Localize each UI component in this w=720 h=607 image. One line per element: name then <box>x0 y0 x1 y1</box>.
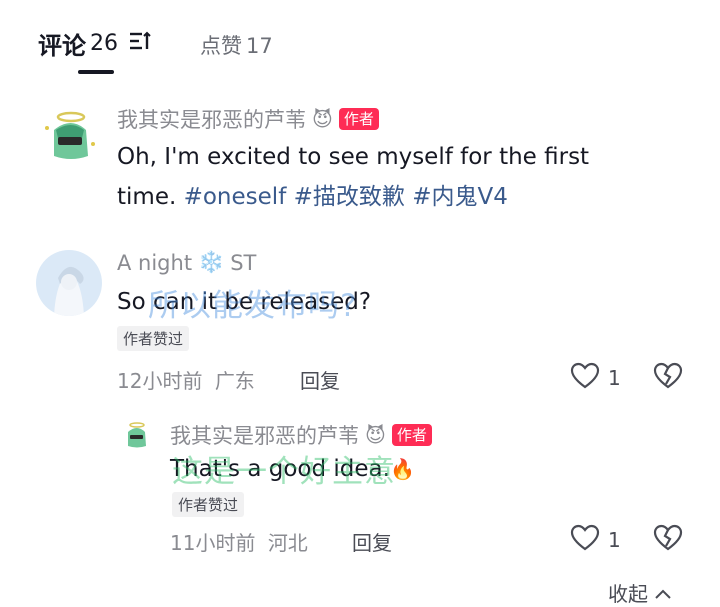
hashtag-link[interactable]: #oneself <box>184 184 287 210</box>
avatar[interactable] <box>36 250 102 316</box>
dislike-button[interactable] <box>653 362 683 394</box>
dislike-button[interactable] <box>653 524 683 556</box>
author-badge: 作者 <box>391 424 432 446</box>
reply-button[interactable]: 回复 <box>300 365 340 394</box>
heart-icon <box>570 362 600 394</box>
chevron-up-icon <box>654 581 672 605</box>
comment-text: Oh, I'm excited to see myself for the fi… <box>117 144 590 210</box>
reply-button[interactable]: 回复 <box>352 527 392 556</box>
comment-username[interactable]: 我其实是邪恶的芦苇 😈 作者 <box>117 104 379 134</box>
author-liked-tag: 作者赞过 <box>172 492 245 517</box>
comment-location: 广东 <box>214 369 255 393</box>
devil-emoji-icon: 😈 <box>312 107 333 131</box>
tab-likes[interactable]: 点赞 17 <box>200 30 273 60</box>
like-button[interactable]: 1 <box>570 362 621 394</box>
tab-comments-count: 26 <box>90 31 118 56</box>
translation-overlay: 这是一个好主意 <box>172 454 396 490</box>
tab-likes-label: 点赞 <box>200 34 242 58</box>
snowflake-icon: ❄️ <box>198 250 225 274</box>
hashtag-link[interactable]: #内鬼V4 <box>412 184 508 210</box>
tab-comments[interactable]: 评论 26 <box>38 26 152 61</box>
hashtag-link[interactable]: #描改致歉 <box>294 184 405 210</box>
author-liked-tag: 作者赞过 <box>117 326 190 351</box>
broken-heart-icon <box>653 524 683 556</box>
comment-meta: 11小时前 河北 <box>170 527 308 556</box>
comment-time: 12小时前 <box>117 369 203 393</box>
comment-location: 河北 <box>267 531 308 555</box>
comment-time: 11小时前 <box>170 531 256 555</box>
heart-icon <box>570 524 600 556</box>
sort-icon[interactable] <box>128 30 152 58</box>
comment-username[interactable]: A night ❄️ ST <box>117 250 256 275</box>
tab-likes-count: 17 <box>246 34 273 58</box>
like-count: 1 <box>608 366 621 390</box>
translation-overlay: 所以能发布吗? <box>148 288 358 324</box>
devil-emoji-icon: 😈 <box>365 423 386 447</box>
broken-heart-icon <box>653 362 683 394</box>
tab-comments-label: 评论 <box>38 32 86 60</box>
avatar[interactable] <box>38 104 100 166</box>
collapse-button[interactable]: 收起 <box>608 578 672 607</box>
active-tab-indicator <box>78 70 114 74</box>
author-badge: 作者 <box>338 108 379 130</box>
like-count: 1 <box>608 528 621 552</box>
like-button[interactable]: 1 <box>570 524 621 556</box>
comment-meta: 12小时前 广东 <box>117 365 255 394</box>
avatar[interactable] <box>120 418 152 450</box>
